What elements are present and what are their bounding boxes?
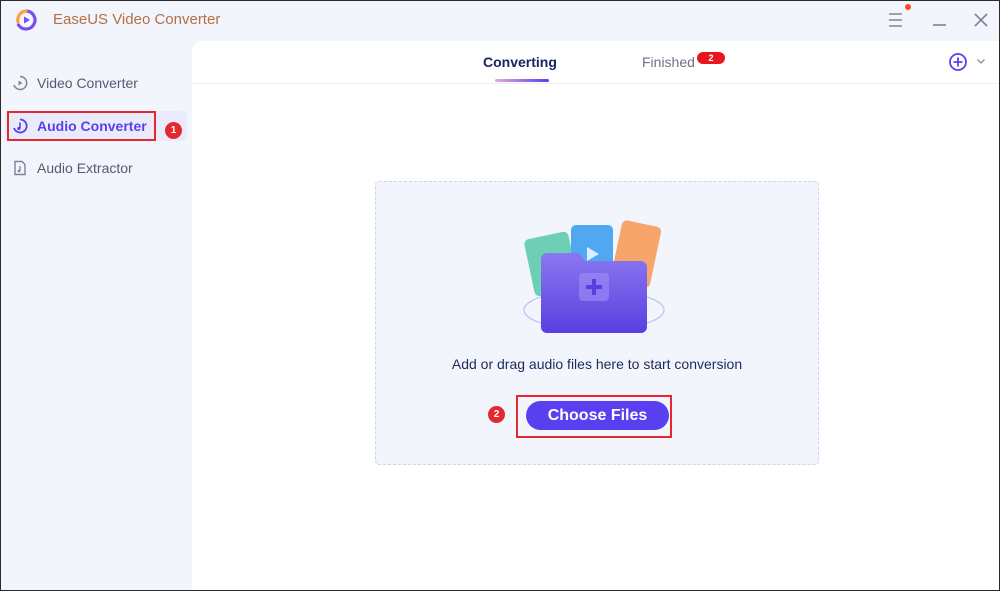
annotation-step-badge: 1 xyxy=(165,122,182,139)
audio-file-icon xyxy=(11,159,29,177)
app-logo-icon xyxy=(16,9,37,31)
choose-files-button[interactable]: Choose Files xyxy=(526,401,669,430)
main-panel: Converting Finished 2 Add or drag audio … xyxy=(192,41,999,590)
add-circle-icon[interactable] xyxy=(948,52,968,72)
title-bar: EaseUS Video Converter xyxy=(1,1,999,39)
finished-count-badge: 2 xyxy=(697,52,725,64)
sidebar-item-video-converter[interactable]: Video Converter xyxy=(5,68,187,98)
sidebar-item-label: Audio Extractor xyxy=(37,160,133,176)
video-convert-icon xyxy=(11,74,29,92)
annotation-step-badge: 2 xyxy=(488,406,505,423)
tabs-bar: Converting Finished 2 xyxy=(192,41,999,84)
file-drop-zone[interactable]: Add or drag audio files here to start co… xyxy=(375,181,819,465)
sidebar-item-label: Video Converter xyxy=(37,75,138,91)
notification-dot xyxy=(905,4,911,10)
annotation-highlight-audio-converter xyxy=(7,111,156,141)
chevron-down-icon[interactable] xyxy=(975,55,987,67)
minimize-icon[interactable] xyxy=(929,9,951,31)
hamburger-menu-icon[interactable] xyxy=(885,9,907,31)
sidebar-item-audio-extractor[interactable]: Audio Extractor xyxy=(5,153,187,183)
tab-converting[interactable]: Converting xyxy=(483,54,557,70)
active-tab-indicator xyxy=(495,79,549,82)
close-icon[interactable] xyxy=(970,9,992,31)
folder-with-files-icon xyxy=(523,220,665,333)
tab-finished[interactable]: Finished xyxy=(642,54,695,70)
app-title: EaseUS Video Converter xyxy=(53,11,221,28)
drop-hint-text: Add or drag audio files here to start co… xyxy=(451,356,743,372)
